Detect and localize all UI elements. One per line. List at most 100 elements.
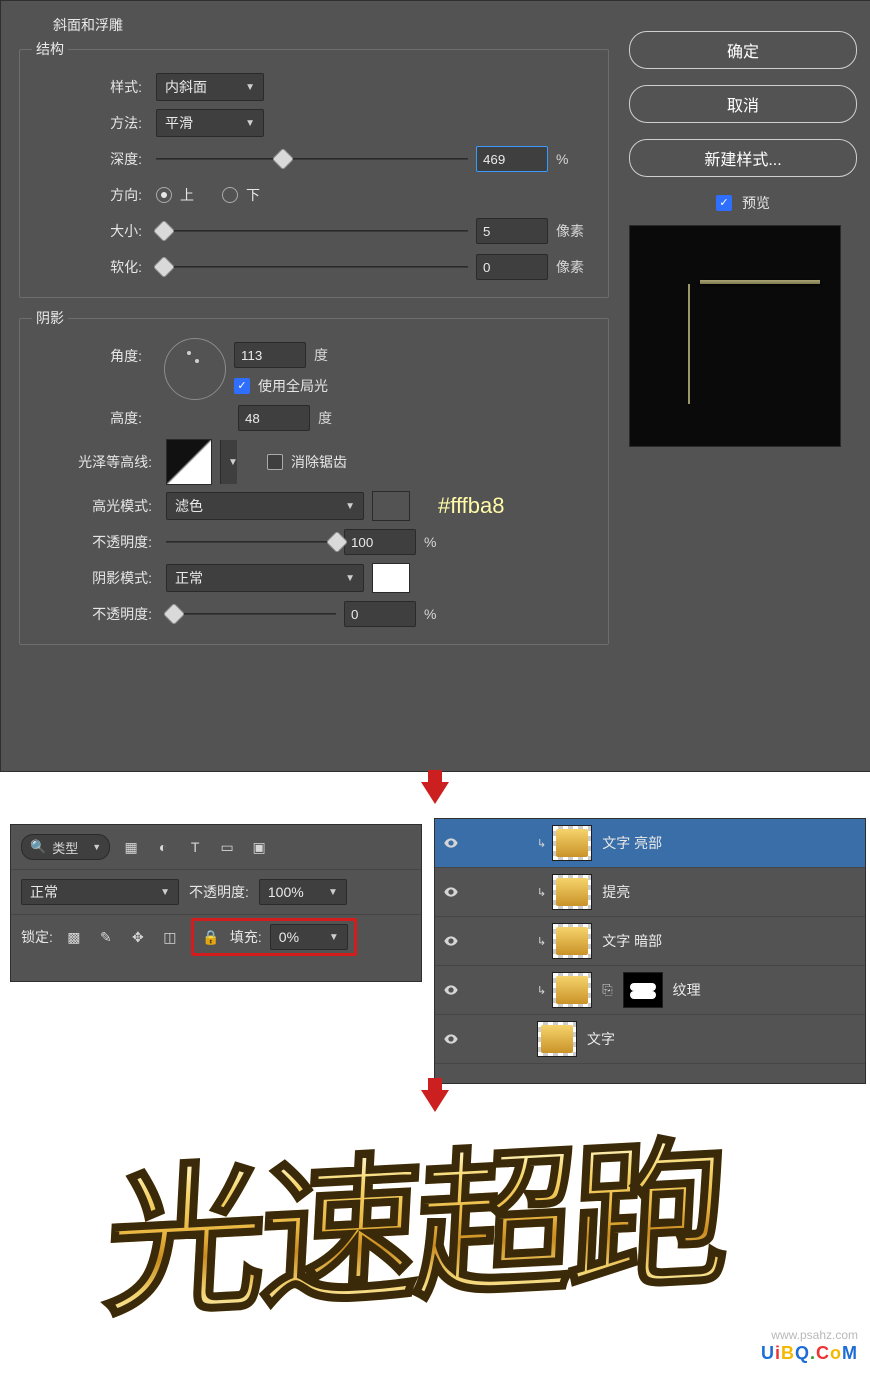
size-input[interactable] <box>476 218 548 244</box>
layers-panel-options: 🔍 类型 ▼ ▦ ◐ T ▭ ▣ 正常▼ 不透明度: 100%▼ 锁定: ▩ ✎… <box>10 824 422 982</box>
antialias-checkbox[interactable] <box>267 454 283 470</box>
layer-thumbnail[interactable] <box>552 972 592 1008</box>
highlight-mode-label: 高光模式: <box>32 496 158 516</box>
layer-row[interactable]: ↳⎘纹理 <box>435 966 865 1015</box>
depth-label: 深度: <box>32 149 148 169</box>
link-icon: ⎘ <box>602 982 612 998</box>
soften-input[interactable] <box>476 254 548 280</box>
layers-list-panel: ↳文字 亮部↳提亮↳文字 暗部↳⎘纹理文字 <box>434 818 866 1084</box>
layer-kind-filter[interactable]: 🔍 类型 ▼ <box>21 834 110 860</box>
filter-pixel-icon[interactable]: ▦ <box>120 836 142 858</box>
shadow-opacity-input[interactable] <box>344 601 416 627</box>
shadow-opacity-slider[interactable] <box>166 606 336 622</box>
layer-thumbnail[interactable] <box>552 923 592 959</box>
depth-slider[interactable] <box>156 151 468 167</box>
lock-label: 锁定: <box>21 927 53 947</box>
watermark-logo: UiBQ.CoM <box>761 1343 858 1364</box>
shadow-mode-select[interactable]: 正常 ▼ <box>166 564 364 592</box>
clip-indicator-icon: ↳ <box>537 984 546 997</box>
shadow-mode-value: 正常 <box>175 568 203 588</box>
clip-indicator-icon: ↳ <box>537 886 546 899</box>
size-label: 大小: <box>32 221 148 241</box>
global-light-checkbox[interactable] <box>234 378 250 394</box>
direction-down-radio[interactable] <box>222 187 238 203</box>
shadow-opacity-unit: % <box>424 606 464 622</box>
layer-name: 文字 <box>587 1029 615 1049</box>
visibility-toggle[interactable] <box>435 933 467 949</box>
visibility-toggle[interactable] <box>435 884 467 900</box>
layer-style-dialog: 斜面和浮雕 结构 样式: 内斜面 ▼ 方法: 平滑 ▼ <box>0 0 870 772</box>
lock-all-icon[interactable]: 🔒 <box>200 926 222 948</box>
lock-transparency-icon[interactable]: ▩ <box>63 926 85 948</box>
chevron-down-icon: ▼ <box>245 82 255 93</box>
gloss-contour-picker[interactable] <box>166 439 212 485</box>
direction-up-radio[interactable] <box>156 187 172 203</box>
shadow-opacity-label: 不透明度: <box>32 604 158 624</box>
layer-name: 文字 暗部 <box>602 931 662 951</box>
filter-smart-icon[interactable]: ▣ <box>248 836 270 858</box>
angle-input[interactable] <box>234 342 306 368</box>
cancel-button[interactable]: 取消 <box>629 85 857 123</box>
blend-mode-select[interactable]: 正常▼ <box>21 879 179 905</box>
highlight-opacity-label: 不透明度: <box>32 532 158 552</box>
layer-mask-thumbnail[interactable] <box>623 972 663 1008</box>
fill-highlight: 🔒 填充: 0%▼ <box>191 918 357 956</box>
gold-text-effect: 光速超跑 <box>102 1134 729 1326</box>
fill-select[interactable]: 0%▼ <box>270 924 348 950</box>
highlight-mode-value: 滤色 <box>175 496 203 516</box>
highlight-hex-annotation: #fffba8 <box>438 493 504 519</box>
lock-artboard-icon[interactable]: ◫ <box>159 926 181 948</box>
visibility-toggle[interactable] <box>435 835 467 851</box>
layer-row[interactable]: ↳文字 亮部 <box>435 819 865 868</box>
highlight-opacity-unit: % <box>424 534 464 550</box>
highlight-color-swatch[interactable] <box>372 491 410 521</box>
visibility-toggle[interactable] <box>435 982 467 998</box>
layer-thumbnail[interactable] <box>552 825 592 861</box>
shadow-mode-label: 阴影模式: <box>32 568 158 588</box>
altitude-input[interactable] <box>238 405 310 431</box>
soften-slider[interactable] <box>156 259 468 275</box>
search-icon: 🔍 <box>30 839 46 855</box>
lock-position-icon[interactable]: ✥ <box>127 926 149 948</box>
highlight-opacity-input[interactable] <box>344 529 416 555</box>
lock-image-icon[interactable]: ✎ <box>95 926 117 948</box>
preview-checkbox[interactable] <box>716 195 732 211</box>
shadow-color-swatch[interactable] <box>372 563 410 593</box>
highlight-opacity-slider[interactable] <box>166 534 336 550</box>
antialias-label: 消除锯齿 <box>291 452 347 472</box>
angle-dial[interactable] <box>164 338 226 400</box>
new-style-button[interactable]: 新建样式... <box>629 139 857 177</box>
layer-row[interactable]: 文字 <box>435 1015 865 1064</box>
watermark-url: www.psahz.com <box>771 1328 858 1342</box>
size-slider[interactable] <box>156 223 468 239</box>
layer-thumbnail[interactable] <box>537 1021 577 1057</box>
highlight-mode-select[interactable]: 滤色 ▼ <box>166 492 364 520</box>
direction-up-label: 上 <box>180 185 194 205</box>
opacity-select[interactable]: 100%▼ <box>259 879 347 905</box>
ok-button[interactable]: 确定 <box>629 31 857 69</box>
depth-input[interactable] <box>476 146 548 172</box>
layer-row[interactable]: ↳文字 暗部 <box>435 917 865 966</box>
chevron-down-icon: ▼ <box>345 501 355 512</box>
style-label: 样式: <box>32 77 148 97</box>
clip-indicator-icon: ↳ <box>537 837 546 850</box>
fill-label: 填充: <box>230 927 262 947</box>
layer-thumbnail[interactable] <box>552 874 592 910</box>
filter-shape-icon[interactable]: ▭ <box>216 836 238 858</box>
result-image: 光速超跑 www.psahz.com UiBQ.CoM <box>0 1120 870 1370</box>
size-unit: 像素 <box>556 221 596 241</box>
style-select[interactable]: 内斜面 ▼ <box>156 73 264 101</box>
structure-group: 结构 样式: 内斜面 ▼ 方法: 平滑 ▼ 深度: <box>19 39 609 298</box>
depth-unit: % <box>556 151 596 167</box>
filter-adjust-icon[interactable]: ◐ <box>152 836 174 858</box>
preview-label: 预览 <box>742 193 770 213</box>
filter-type-icon[interactable]: T <box>184 836 206 858</box>
soften-label: 软化: <box>32 257 148 277</box>
visibility-toggle[interactable] <box>435 1031 467 1047</box>
method-select[interactable]: 平滑 ▼ <box>156 109 264 137</box>
arrow-down-icon <box>421 1090 449 1112</box>
gloss-contour-dropdown[interactable]: ▼ <box>220 440 237 484</box>
structure-legend: 结构 <box>32 39 68 59</box>
direction-label: 方向: <box>32 185 148 205</box>
layer-row[interactable]: ↳提亮 <box>435 868 865 917</box>
